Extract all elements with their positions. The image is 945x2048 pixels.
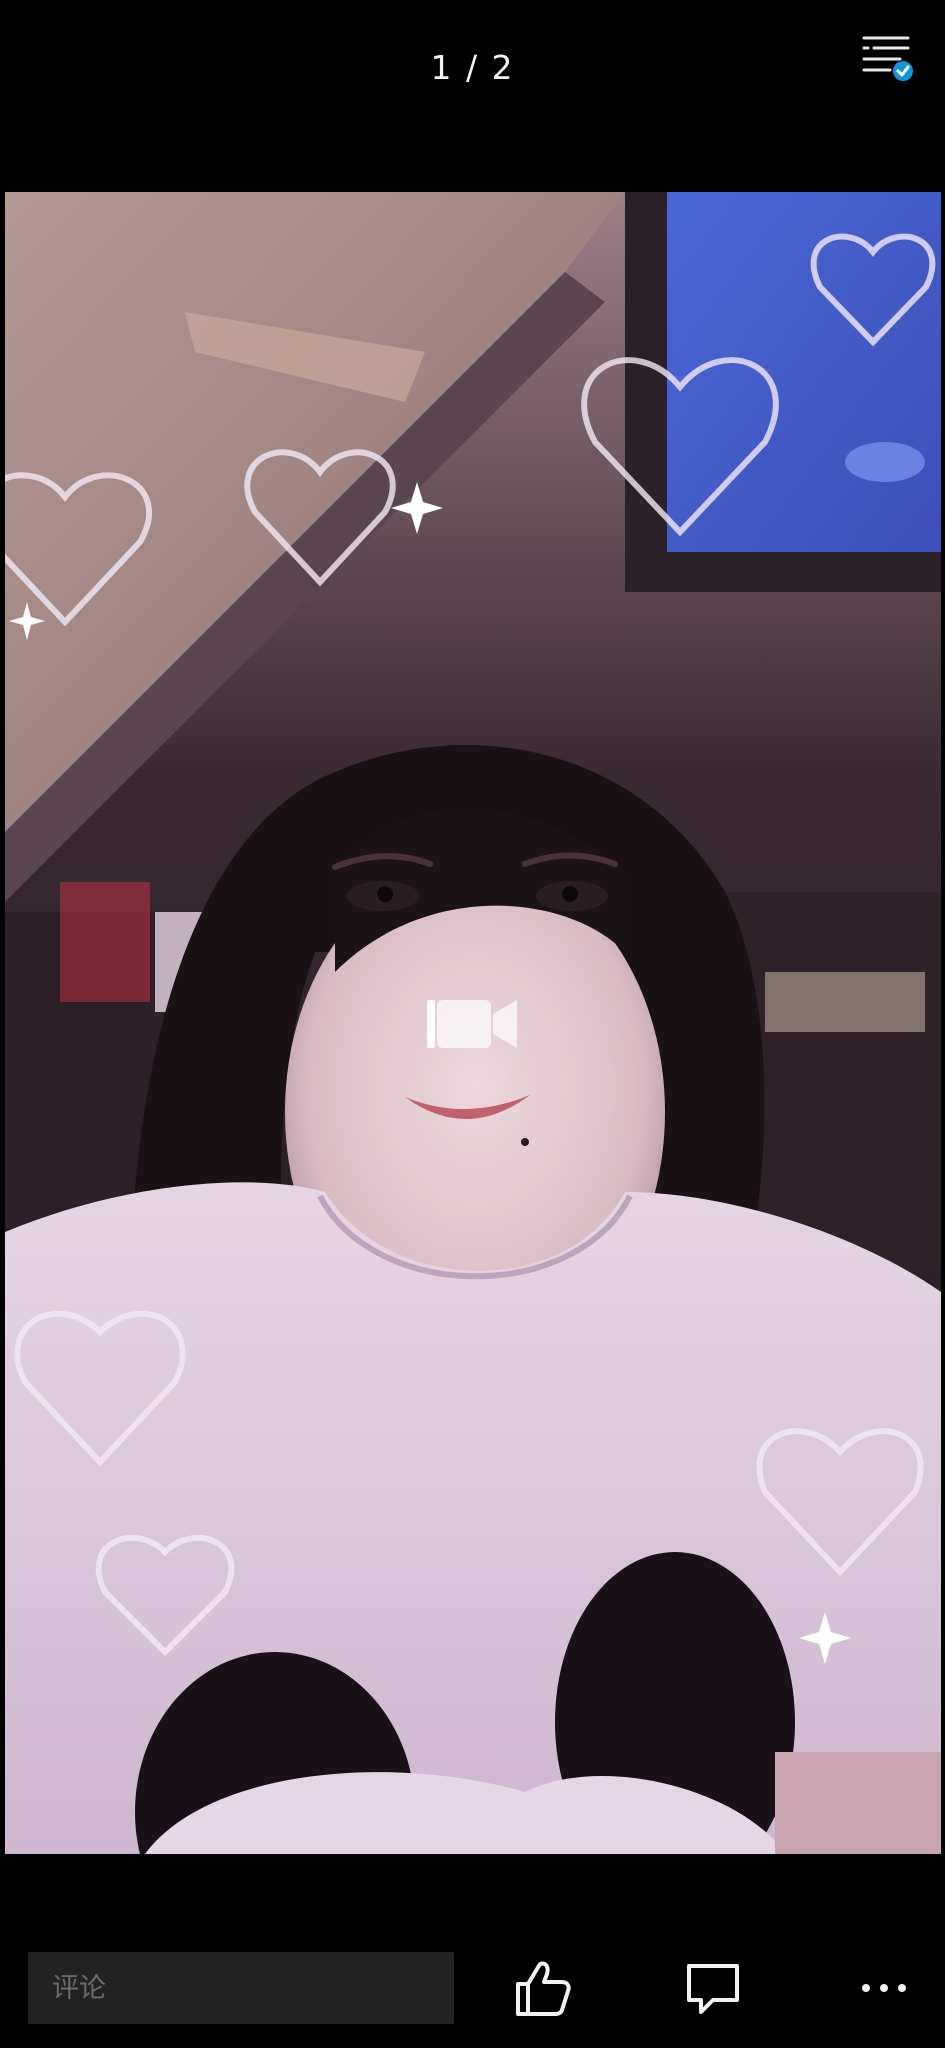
comment-bubble-icon [687, 1964, 739, 2014]
video-camera-icon[interactable] [427, 996, 519, 1052]
comment-input[interactable] [52, 1972, 454, 2004]
top-bar: 1 / 2 [0, 0, 945, 190]
more-button[interactable] [856, 1956, 912, 2020]
more-dots-icon [862, 1984, 906, 1992]
page-counter: 1 / 2 [430, 48, 515, 87]
thumbs-up-icon [516, 1961, 571, 2016]
like-button[interactable] [510, 1956, 574, 2020]
bottom-bar [0, 1900, 945, 2048]
list-check-icon[interactable] [860, 32, 916, 82]
comment-button[interactable] [680, 1956, 746, 2020]
comment-field[interactable] [28, 1952, 454, 2024]
